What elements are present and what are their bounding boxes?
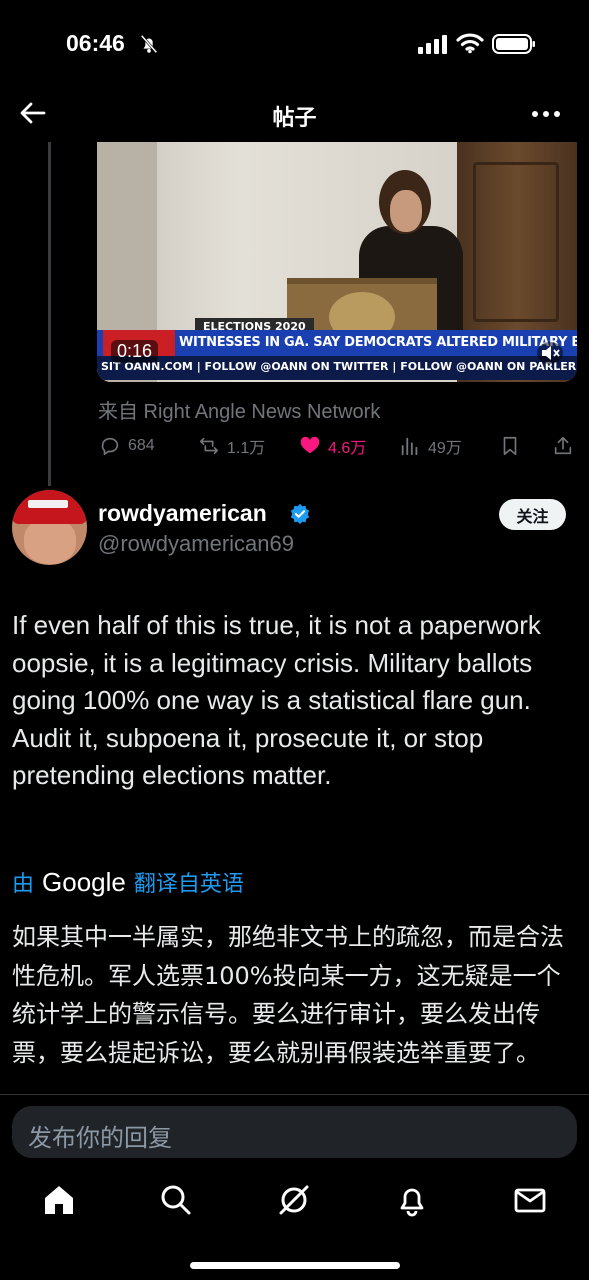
bookmark-icon <box>503 436 517 456</box>
repost-icon <box>199 437 219 455</box>
video-player[interactable]: ELECTIONS 2020 WITNESSES IN GA. SAY DEMO… <box>97 142 577 382</box>
bookmark-button[interactable] <box>499 432 521 460</box>
repost-count: 1.1万 <box>227 440 266 457</box>
source-attribution[interactable]: 来自 Right Angle News Network <box>98 395 380 424</box>
status-bar: 06:46 <box>0 0 589 88</box>
reply-icon <box>101 437 119 456</box>
share-icon <box>554 436 572 455</box>
reply-button[interactable]: 684 <box>99 432 155 460</box>
translated-text: 如果其中一半属实，那绝非文书上的疏忽，而是合法性危机。军人选票100%投向某一方… <box>12 923 564 1067</box>
search-icon[interactable] <box>158 1182 194 1218</box>
wifi-icon <box>456 33 484 54</box>
chyron-headline: WITNESSES IN GA. SAY DEMOCRATS ALTERED M… <box>179 335 577 350</box>
post-text: If even half of this is true, it is not … <box>12 610 541 790</box>
like-icon <box>300 436 320 454</box>
repost-button[interactable]: 1.1万 <box>198 432 265 460</box>
translate-by: 由 <box>12 872 35 897</box>
signal-icon <box>418 35 447 54</box>
translate-from: 翻译自英语 <box>133 872 244 897</box>
mute-icon[interactable] <box>537 342 563 364</box>
status-time: 06:46 <box>66 30 125 56</box>
video-timestamp: 0:16 <box>111 340 159 363</box>
thread-line <box>48 142 51 486</box>
notifications-icon[interactable] <box>394 1182 430 1218</box>
battery-icon <box>492 34 535 54</box>
reply-placeholder: 发布你的回复 <box>28 1124 172 1152</box>
google-logo: Google <box>42 867 126 897</box>
home-indicator <box>190 1262 400 1269</box>
header: 帖子 <box>0 88 589 142</box>
follow-button[interactable]: 关注 <box>499 499 566 530</box>
divider <box>0 1094 589 1095</box>
verified-icon <box>290 503 310 525</box>
views-button[interactable]: 49万 <box>399 432 462 460</box>
like-count: 4.6万 <box>328 440 367 457</box>
page-title: 帖子 <box>272 105 317 130</box>
grok-icon[interactable] <box>276 1182 312 1218</box>
reply-input[interactable]: 发布你的回复 <box>12 1106 577 1158</box>
translation-attribution[interactable]: 由 Google 翻译自英语 <box>12 866 244 898</box>
bell-off-icon <box>140 34 158 54</box>
avatar[interactable] <box>12 490 87 565</box>
author-name[interactable]: rowdyamerican <box>98 500 267 527</box>
post-actions: 684 1.1万 4.6万 49万 <box>97 432 577 460</box>
messages-icon[interactable] <box>512 1182 548 1218</box>
share-button[interactable] <box>552 432 574 460</box>
reply-count: 684 <box>128 437 155 454</box>
author-handle[interactable]: @rowdyamerican69 <box>98 531 294 557</box>
home-icon[interactable] <box>41 1182 77 1218</box>
views-count: 49万 <box>428 440 462 457</box>
views-icon <box>401 437 418 456</box>
like-button[interactable]: 4.6万 <box>299 432 366 460</box>
ticker-text: SIT OANN.COM | FOLLOW @OANN ON TWITTER |… <box>101 360 577 373</box>
more-icon[interactable] <box>530 100 562 128</box>
